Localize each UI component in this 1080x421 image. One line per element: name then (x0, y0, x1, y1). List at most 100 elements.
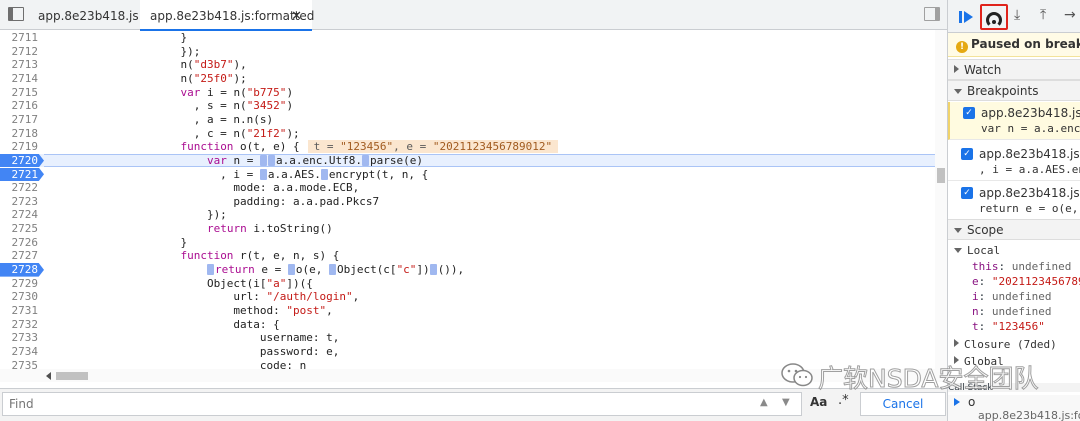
regex-toggle[interactable]: .* (838, 393, 849, 408)
breakpoint-checkbox[interactable]: ✓ (963, 107, 975, 119)
scope-variable[interactable]: n: undefined (972, 304, 1051, 319)
breakpoint-gutter-marker[interactable]: 2720 (0, 153, 44, 168)
line-number[interactable]: 2722 (0, 181, 40, 195)
code-view[interactable]: 2711 } 2712 }); 2713 n("d3b7"), 2714 n("25f… (0, 30, 935, 382)
breakpoint-checkbox[interactable]: ✓ (961, 148, 973, 160)
current-line-highlight (44, 153, 935, 168)
line-number[interactable]: 2734 (0, 345, 40, 359)
breakpoint-code: , i = a.a.AES.encrypt(t, n, { (979, 163, 1080, 176)
match-case-toggle[interactable]: Aa (810, 395, 827, 409)
code-line[interactable]: 2718 , c = n("21f2"); (0, 127, 935, 141)
code-text: url: "/auth/login", (48, 290, 360, 304)
breakpoint-item[interactable]: ✓ app.8e23b418.js:formatted:2728 return … (948, 182, 1080, 220)
global-scope[interactable]: Global (954, 354, 1004, 369)
line-number[interactable]: 2731 (0, 304, 40, 318)
line-number[interactable]: 2730 (0, 290, 40, 304)
code-line[interactable]: 2732 data: { (0, 318, 935, 332)
call-stack-section-header[interactable]: Call Stack (948, 383, 1080, 392)
scope-variable[interactable]: e: "2021123456789012" (972, 274, 1080, 289)
step-button[interactable]: → (1064, 5, 1080, 29)
toggle-navigator-icon[interactable] (8, 7, 24, 21)
code-line[interactable]: 2715 var i = n("b775") (0, 86, 935, 100)
line-number[interactable]: 2732 (0, 318, 40, 332)
code-line[interactable]: 2728 return e = o(e, Object(c["c"]) ()), (0, 263, 935, 277)
step-icon: → (1064, 7, 1076, 23)
chevron-down-icon (954, 89, 962, 94)
find-cancel-button[interactable]: Cancel (860, 392, 946, 416)
code-line[interactable]: 2711 } (0, 31, 935, 45)
code-line[interactable]: 2724 }); (0, 208, 935, 222)
line-number[interactable]: 2715 (0, 86, 40, 100)
closure-scope[interactable]: Closure (7ded) (954, 337, 1057, 352)
close-tab-icon[interactable]: ✕ (291, 0, 302, 33)
line-number[interactable]: 2713 (0, 58, 40, 72)
line-number[interactable]: 2716 (0, 99, 40, 113)
scope-variable[interactable]: t: "123456" (972, 319, 1045, 334)
code-line[interactable]: 2727 function r(t, e, n, s) { (0, 249, 935, 263)
code-line[interactable]: 2734 password: e, (0, 345, 935, 359)
horizontal-scrollbar[interactable] (0, 369, 935, 382)
code-text: }); (48, 44, 201, 58)
find-previous-icon[interactable]: ▲ (760, 397, 768, 408)
line-number[interactable]: 2726 (0, 236, 40, 250)
breakpoint-file: app.8e23b418.js:formatted:2721 (979, 147, 1080, 161)
code-line[interactable]: 2726 } (0, 236, 935, 250)
find-input[interactable] (2, 392, 802, 416)
breakpoint-code: return e = o(e, Object(c["c"])()) (979, 202, 1080, 215)
scope-name: Global (964, 355, 1004, 368)
find-next-icon[interactable]: ▼ (782, 397, 790, 408)
breakpoint-item[interactable]: ✓ app.8e23b418.js:formatted:2720 var n =… (948, 102, 1080, 140)
code-line[interactable]: 2723 padding: a.a.pad.Pkcs7 (0, 195, 935, 209)
code-line[interactable]: 2719 function o(t, e) {t = "123456", e =… (0, 140, 935, 154)
step-over-button[interactable] (980, 4, 1008, 30)
scope-section-header[interactable]: Scope (948, 219, 1080, 240)
scope-variable[interactable]: i: undefined (972, 289, 1051, 304)
local-scope[interactable]: Local (954, 243, 1000, 258)
breakpoint-checkbox[interactable]: ✓ (961, 187, 973, 199)
call-frame[interactable]: o app.8e23b418.js:formatted:2720 (948, 395, 1080, 421)
code-line[interactable]: 2720 var n = a.a.enc.Utf8. parse(e) (0, 153, 935, 168)
line-number[interactable]: 2725 (0, 222, 40, 236)
line-number[interactable]: 2729 (0, 277, 40, 291)
code-line[interactable]: 2712 }); (0, 45, 935, 59)
code-line[interactable]: 2714 n("25f0"); (0, 72, 935, 86)
vertical-scroll-thumb[interactable] (937, 168, 945, 183)
variable-name: this (972, 260, 999, 273)
vertical-scrollbar[interactable] (935, 30, 947, 382)
line-number[interactable]: 2719 (0, 140, 40, 154)
line-number[interactable]: 2718 (0, 127, 40, 141)
code-line[interactable]: 2733 username: t, (0, 331, 935, 345)
horizontal-scroll-thumb[interactable] (56, 372, 88, 380)
tab-app-js[interactable]: app.8e23b418.js (28, 0, 139, 30)
line-number[interactable]: 2714 (0, 72, 40, 86)
code-line[interactable]: 2716 , s = n("3452") (0, 99, 935, 113)
code-line[interactable]: 2713 n("d3b7"), (0, 58, 935, 72)
breakpoints-section-header[interactable]: Breakpoints (948, 80, 1080, 101)
line-number[interactable]: 2727 (0, 249, 40, 263)
code-line[interactable]: 2717 , a = n.n(s) (0, 113, 935, 127)
code-line[interactable]: 2725 return i.toString() (0, 222, 935, 236)
step-out-button[interactable]: ⤒ (1040, 5, 1064, 29)
breakpoint-gutter-marker[interactable]: 2728 (0, 263, 44, 277)
line-number[interactable]: 2717 (0, 113, 40, 127)
line-number[interactable]: 2733 (0, 331, 40, 345)
code-line[interactable]: 2729 Object(i["a"])({ (0, 277, 935, 291)
line-number[interactable]: 2712 (0, 45, 40, 59)
tab-app-js-formatted[interactable]: app.8e23b418.js:formatted ✕ (140, 0, 314, 33)
scope-variable[interactable]: this: undefined (972, 259, 1071, 274)
code-line[interactable]: 2731 method: "post", (0, 304, 935, 318)
code-text: padding: a.a.pad.Pkcs7 (48, 194, 380, 208)
toggle-debugger-sidebar-icon[interactable] (924, 7, 940, 21)
scroll-left-icon[interactable] (46, 372, 51, 380)
breakpoint-item[interactable]: ✓ app.8e23b418.js:formatted:2721 , i = a… (948, 143, 1080, 181)
line-number[interactable]: 2724 (0, 208, 40, 222)
line-number[interactable]: 2711 (0, 31, 40, 45)
watch-section-header[interactable]: Watch (948, 59, 1080, 80)
breakpoint-gutter-marker[interactable]: 2721 (0, 167, 44, 182)
step-into-button[interactable]: ⤓ (1014, 5, 1038, 29)
resume-button[interactable] (956, 5, 980, 29)
code-line[interactable]: 2722 mode: a.a.mode.ECB, (0, 181, 935, 195)
line-number[interactable]: 2723 (0, 195, 40, 209)
code-line[interactable]: 2721 , i = a.a.AES. encrypt(t, n, { (0, 167, 935, 182)
code-line[interactable]: 2730 url: "/auth/login", (0, 290, 935, 304)
